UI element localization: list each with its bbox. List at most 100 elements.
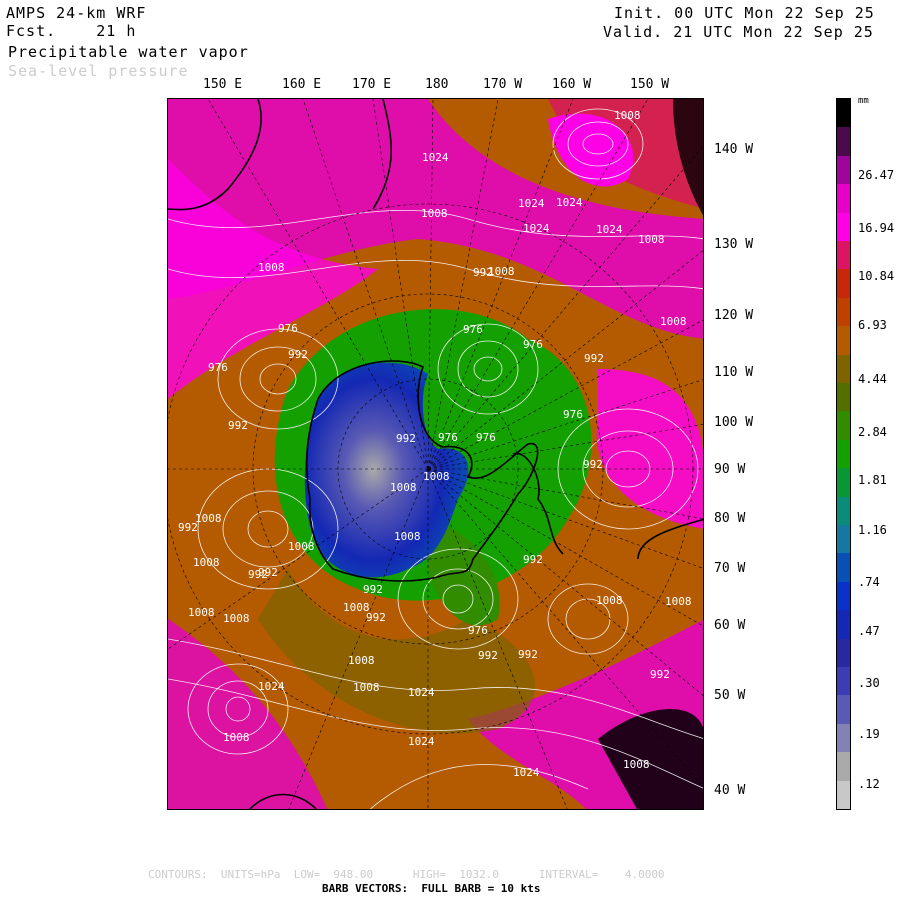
isobar-value-label: 1008 <box>623 758 650 771</box>
legend-value-label: 1.16 <box>858 523 887 537</box>
lon-label-right: 50 W <box>714 688 746 703</box>
isobar-value-label: 1008 <box>223 612 250 625</box>
lon-label-top: 170 E <box>352 77 392 92</box>
isobar-value-label: 1008 <box>423 470 450 483</box>
isobar-value-label: 1008 <box>421 207 448 220</box>
lon-label-top: 150 E <box>203 77 243 92</box>
legend-color-segment <box>837 752 850 782</box>
legend-color-segment <box>837 439 850 469</box>
forecast-hour: Fcst. 21 h <box>6 22 137 40</box>
legend-color-segment <box>837 269 850 299</box>
isobar-value-label: 976 <box>208 361 228 374</box>
legend-color-segment <box>837 468 850 498</box>
isobar-value-label: 1008 <box>348 654 375 667</box>
lon-label-top: 150 W <box>630 77 670 92</box>
lon-label-right: 80 W <box>714 511 746 526</box>
lon-label-right: 110 W <box>714 365 754 380</box>
isobar-value-label: 1008 <box>390 481 417 494</box>
isobar-value-label: 992 <box>248 568 268 581</box>
legend-color-segment <box>837 496 850 526</box>
isobar-value-label: 976 <box>278 322 298 335</box>
legend-color-segment <box>837 212 850 242</box>
field-primary-label: Precipitable water vapor <box>8 43 249 61</box>
legend-color-segment <box>837 326 850 356</box>
isobar-value-label: 1008 <box>665 595 692 608</box>
legend-color-segment <box>837 723 850 753</box>
lon-label-right: 120 W <box>714 308 754 323</box>
isobar-value-label: 976 <box>476 431 496 444</box>
legend-value-label: 26.47 <box>858 168 895 182</box>
legend-color-segment <box>837 610 850 640</box>
legend-value-label: .12 <box>858 777 880 791</box>
isobar-value-label: 992 <box>583 458 603 471</box>
legend-color-segment <box>837 354 850 384</box>
field-secondary-label: Sea-level pressure <box>8 62 189 80</box>
lon-label-top: 170 W <box>483 77 523 92</box>
legend-color-segment <box>837 155 850 185</box>
isobar-value-label: 1008 <box>394 530 421 543</box>
lon-label-right: 60 W <box>714 618 746 633</box>
legend-color-segment <box>837 695 850 725</box>
legend-color-segment <box>837 241 850 270</box>
legend-units: mm <box>858 96 869 106</box>
legend-color-segment <box>837 383 850 412</box>
precipitable-water-map: 1008 1024 1008 1024 1024 1008 992 1008 1024 1024 1… <box>167 98 704 810</box>
isobar-value-label: 1008 <box>660 315 687 328</box>
legend-color-segment <box>837 127 850 157</box>
isobar-value-label: 1008 <box>188 606 215 619</box>
legend-color-segment <box>837 411 850 441</box>
legend-value-label: 6.93 <box>858 318 887 332</box>
isobar-value-label: 1024 <box>408 735 435 748</box>
legend-value-label: .74 <box>858 575 880 589</box>
lon-label-right: 90 W <box>714 462 746 477</box>
isobar-value-label: 976 <box>563 408 583 421</box>
isobar-value-label: 992 <box>363 583 383 596</box>
isobar-value-label: 1024 <box>408 686 435 699</box>
isobar-value-label: 992 <box>650 668 670 681</box>
legend-color-segment <box>837 297 850 327</box>
isobar-value-label: 992 <box>228 419 248 432</box>
legend-color-segment <box>837 525 850 554</box>
legend-value-label: .30 <box>858 676 880 690</box>
isobar-value-label: 1008 <box>614 109 641 122</box>
model-title: AMPS 24-km WRF <box>6 4 147 22</box>
lon-label-top: 160 E <box>282 77 322 92</box>
isobar-value-label: 976 <box>523 338 543 351</box>
legend-value-label: 1.81 <box>858 473 887 487</box>
isobar-value-label: 992 <box>518 648 538 661</box>
legend-value-label: 4.44 <box>858 372 887 386</box>
isobar-value-label: 1024 <box>596 223 623 236</box>
legend-value-label: .47 <box>858 624 880 638</box>
isobar-value-label: 1024 <box>518 197 545 210</box>
isobar-value-label: 1008 <box>596 594 623 607</box>
isobar-value-label: 992 <box>523 553 543 566</box>
isobar-value-label: 976 <box>438 431 458 444</box>
legend-color-segment <box>837 553 850 583</box>
legend-value-label: 16.94 <box>858 221 895 235</box>
isobar-value-label: 992 <box>584 352 604 365</box>
legend-color-segment <box>837 780 850 810</box>
legend-color-segment <box>837 581 850 611</box>
map-canvas: 1008 1024 1008 1024 1024 1008 992 1008 1024 1024 1… <box>168 99 703 809</box>
isobar-value-label: 1008 <box>288 540 315 553</box>
lon-label-top: 180 <box>425 77 449 92</box>
isobar-value-label: 1024 <box>258 680 285 693</box>
isobar-value-label: 1024 <box>513 766 540 779</box>
isobar-value-label: 1008 <box>258 261 285 274</box>
legend-color-segment <box>837 638 850 668</box>
lon-label-top: 160 W <box>552 77 592 92</box>
isobar-value-label: 992 <box>478 649 498 662</box>
lon-label-right: 130 W <box>714 237 754 252</box>
lon-label-right: 100 W <box>714 415 754 430</box>
isobar-value-label: 992 <box>366 611 386 624</box>
isobar-value-label: 1024 <box>422 151 449 164</box>
contours-info: CONTOURS: UNITS=hPa LOW= 948.00 HIGH= 10… <box>148 868 665 881</box>
isobar-value-label: 976 <box>468 624 488 637</box>
isobar-value-label: 1008 <box>638 233 665 246</box>
barb-vectors-info: BARB VECTORS: FULL BARB = 10 kts <box>322 882 541 895</box>
isobar-value-label: 1024 <box>556 196 583 209</box>
isobar-value-label: 976 <box>463 323 483 336</box>
legend-value-label: 2.84 <box>858 425 887 439</box>
isobar-value-label: 1008 <box>353 681 380 694</box>
isobar-value-label: 992 <box>288 348 308 361</box>
